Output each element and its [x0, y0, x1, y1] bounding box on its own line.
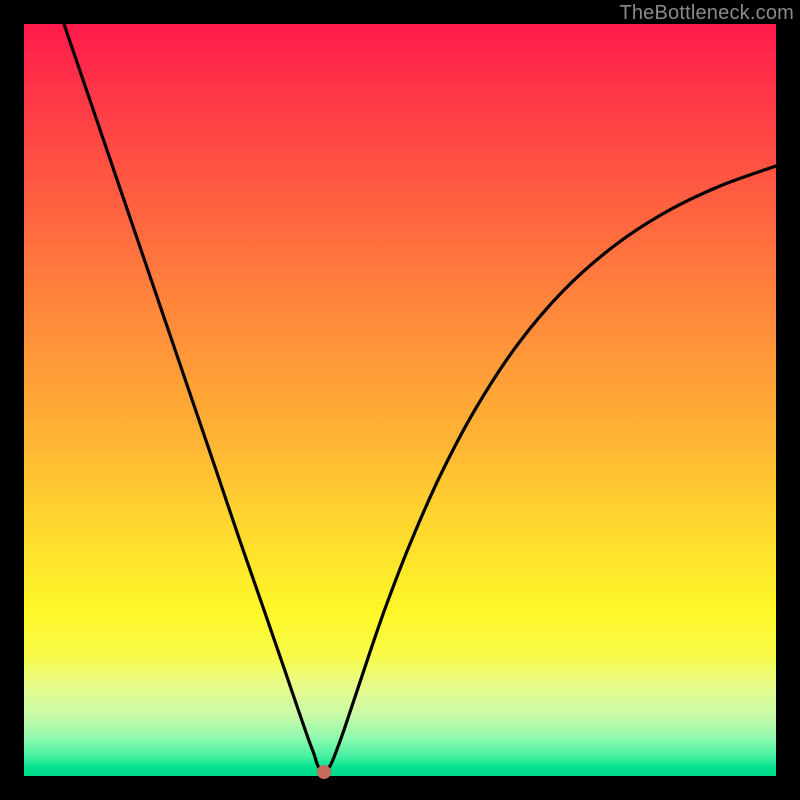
watermark-text: TheBottleneck.com: [619, 2, 794, 25]
chart-plot-area: [24, 24, 776, 776]
bottleneck-curve: [24, 24, 776, 776]
chart-frame: TheBottleneck.com: [0, 0, 800, 800]
optimal-point-dot: [317, 765, 331, 779]
